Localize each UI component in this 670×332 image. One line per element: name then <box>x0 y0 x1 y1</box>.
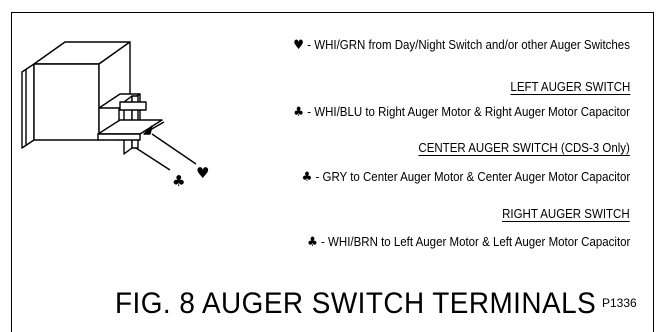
heart-icon: ♥ <box>293 38 305 53</box>
heading-center-auger-switch: CENTER AUGER SWITCH (CDS-3 Only) <box>418 141 630 155</box>
auger-switch-drawing <box>21 41 197 171</box>
diagram-heart-symbol: ♥ <box>196 164 210 182</box>
club-icon: ♣ <box>301 170 313 185</box>
legend-line-center: ♣ - GRY to Center Auger Motor & Center A… <box>301 170 630 185</box>
heading-left-auger-switch: LEFT AUGER SWITCH <box>510 80 630 94</box>
leader-line-heart <box>151 133 197 165</box>
switch-body-front <box>33 63 100 141</box>
diagram-club-symbol: ♣ <box>172 172 186 190</box>
figure-code: P1336 <box>602 296 637 310</box>
club-icon: ♣ <box>293 105 305 120</box>
legend-line-right: ♣ - WHI/BRN to Left Auger Motor & Left A… <box>307 235 630 250</box>
heading-right-auger-switch: RIGHT AUGER SWITCH <box>502 207 630 221</box>
club-icon: ♣ <box>306 235 318 250</box>
legend-text: - WHI/BLU to Right Auger Motor & Right A… <box>304 105 630 119</box>
figure-caption: FIG. 8 AUGER SWITCH TERMINALS <box>115 287 597 320</box>
leader-line-club <box>135 147 171 171</box>
legend-line-left: ♣ - WHI/BLU to Right Auger Motor & Right… <box>293 105 630 120</box>
legend-text: - WHI/BRN to Left Auger Motor & Left Aug… <box>317 235 630 249</box>
legend-text: - WHI/GRN from Day/Night Switch and/or o… <box>304 38 630 52</box>
legend-text: - GRY to Center Auger Motor & Center Aug… <box>312 170 630 184</box>
legend-line-heart: ♥ - WHI/GRN from Day/Night Switch and/or… <box>293 38 630 53</box>
mounting-plate <box>21 63 35 149</box>
